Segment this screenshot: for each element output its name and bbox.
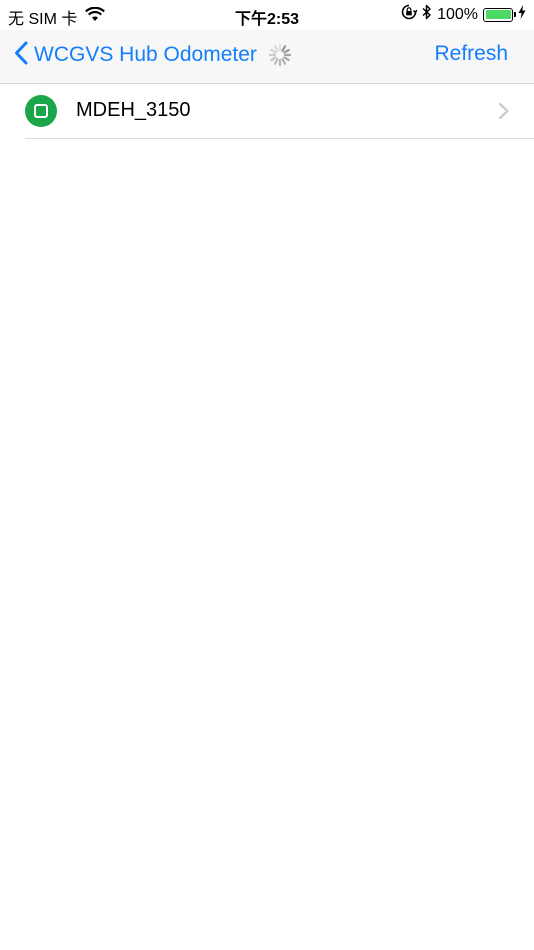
- spinner-spoke: [283, 56, 290, 62]
- status-bar-right: 100%: [396, 4, 526, 25]
- device-list: MDEH_3150: [0, 84, 534, 139]
- bluetooth-icon: [422, 4, 432, 25]
- charging-bolt-icon: [518, 5, 526, 24]
- list-item[interactable]: MDEH_3150: [0, 84, 534, 139]
- device-name: MDEH_3150: [76, 99, 191, 121]
- orientation-lock-icon: [401, 4, 418, 25]
- app-screen: 无 SIM 卡 下午2:53 100% WCGVS Hub Odometer R…: [0, 0, 534, 950]
- back-button[interactable]: WCGVS Hub Odometer: [14, 39, 293, 71]
- refresh-button[interactable]: Refresh: [434, 42, 508, 66]
- spinner-spoke: [273, 45, 279, 52]
- chevron-right-icon: [498, 102, 510, 120]
- spinner-spoke: [283, 48, 290, 54]
- device-icon: [25, 95, 57, 127]
- battery-level: [485, 10, 511, 19]
- battery-nub: [513, 11, 516, 17]
- spinner-spoke: [281, 58, 287, 65]
- list-separator: [25, 138, 534, 139]
- device-icon-glyph: [34, 104, 48, 118]
- battery-percent: 100%: [437, 5, 478, 23]
- navigation-bar: WCGVS Hub Odometer Refresh: [0, 30, 534, 84]
- battery-icon: [483, 7, 516, 22]
- spinner-spoke: [273, 58, 279, 65]
- status-bar: 无 SIM 卡 下午2:53 100%: [0, 0, 534, 30]
- back-button-label: WCGVS Hub Odometer: [34, 43, 257, 66]
- loading-spinner-icon: [267, 42, 293, 68]
- chevron-left-icon: [14, 41, 28, 70]
- spinner-spoke: [270, 48, 277, 54]
- spinner-spoke: [270, 56, 277, 62]
- spinner-spoke: [281, 45, 287, 52]
